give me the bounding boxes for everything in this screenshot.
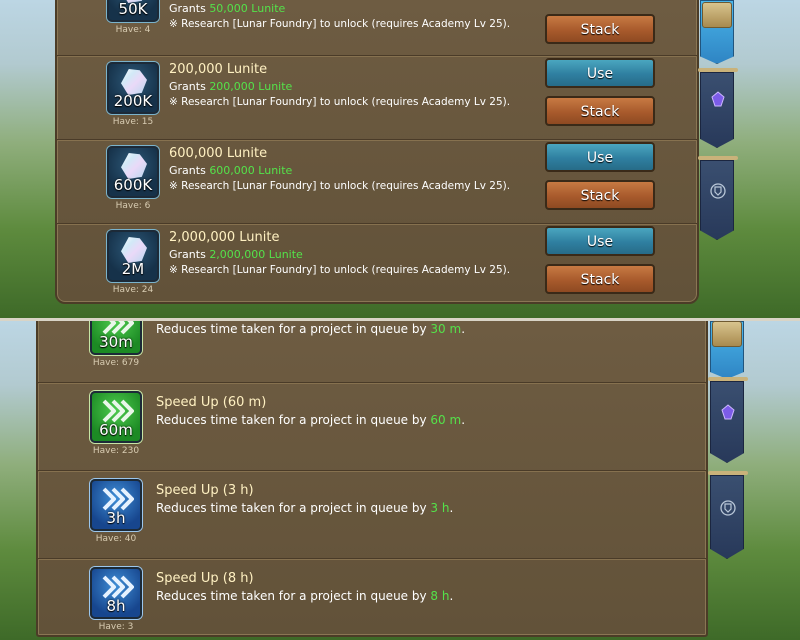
speedup-icon[interactable]: 3h [90, 479, 142, 531]
speedup-desc: Reduces time taken for a project in queu… [156, 589, 454, 603]
lunite-icon[interactable]: 50K [107, 0, 159, 22]
shield-icon [710, 183, 726, 199]
item-icon-wrap: 60m Have: 230 [88, 391, 144, 456]
stack-button[interactable]: Stack [545, 264, 655, 294]
lunite-icon[interactable]: 200K [107, 62, 159, 114]
item-title: 200,000 Lunite [169, 62, 268, 77]
requirement-text: ※ Research [Lunar Foundry] to unlock (re… [169, 18, 511, 30]
grant-amount: 50,000 Lunite [209, 2, 286, 15]
tab-rod [698, 156, 738, 160]
have-count: Have: 3 [98, 622, 134, 632]
list-item: 3h Have: 40 Speed Up (3 h) Reduces time … [38, 471, 706, 559]
speedup-amount: 8 h [430, 589, 450, 603]
item-title: 600,000 Lunite [169, 146, 268, 161]
have-count: Have: 230 [92, 446, 140, 456]
stack-button[interactable]: Stack [545, 96, 655, 126]
tab-rod [708, 377, 748, 381]
item-icon-wrap: 3h Have: 40 [88, 479, 144, 544]
have-count: Have: 679 [92, 358, 140, 368]
item-icon-wrap: 30m Have: 679 [88, 321, 144, 368]
speedup-amount: 3 h [430, 501, 450, 515]
crystal-icon [721, 404, 735, 420]
speedup-icon[interactable]: 8h [90, 567, 142, 619]
crate-icon [702, 2, 732, 28]
requirement-text: ※ Research [Lunar Foundry] to unlock (re… [169, 180, 511, 192]
grant-text: Grants 2,000,000 Lunite [169, 248, 303, 261]
use-button[interactable]: Use [545, 142, 655, 172]
tab-rod [708, 471, 748, 475]
requirement-text: ※ Research [Lunar Foundry] to unlock (re… [169, 264, 511, 276]
grant-text: Grants 600,000 Lunite [169, 164, 293, 177]
speedup-desc: Reduces time taken for a project in queu… [156, 322, 466, 336]
speedup-desc: Reduces time taken for a project in queu… [156, 501, 454, 515]
item-icon-label: 3h [106, 509, 126, 527]
item-icon-label: 8h [106, 597, 126, 615]
tab-lunite[interactable] [710, 381, 744, 463]
speedup-icon[interactable]: 60m [90, 391, 142, 443]
item-icon-wrap: 600K Have: 6 [105, 146, 161, 211]
tab-lunite[interactable] [700, 72, 734, 148]
shield-icon [720, 500, 736, 516]
use-button[interactable]: Use [545, 58, 655, 88]
list-item: 2M Have: 24 2,000,000 Lunite Grants 2,00… [57, 224, 697, 302]
item-icon-label: 600K [113, 176, 153, 194]
item-icon-label: 2M [121, 260, 145, 278]
item-title: Speed Up (60 m) [156, 395, 267, 410]
item-title: Speed Up (3 h) [156, 483, 254, 498]
item-title: 2,000,000 Lunite [169, 230, 280, 245]
requirement-text: ※ Research [Lunar Foundry] to unlock (re… [169, 96, 511, 108]
list-item: 50K Have: 4 Grants 50,000 Lunite ※ Resea… [57, 0, 697, 56]
speedup-screen: 30m Have: 679 Reduces time taken for a p… [0, 321, 800, 640]
item-icon-wrap: 200K Have: 15 [105, 62, 161, 127]
stack-button[interactable]: Stack [545, 180, 655, 210]
have-count: Have: 24 [112, 285, 154, 295]
item-icon-wrap: 2M Have: 24 [105, 230, 161, 295]
item-title: Speed Up (8 h) [156, 571, 254, 586]
crate-icon [712, 321, 742, 347]
list-item: 60m Have: 230 Speed Up (60 m) Reduces ti… [38, 383, 706, 471]
use-button[interactable]: Use [545, 226, 655, 256]
have-count: Have: 40 [95, 534, 137, 544]
have-count: Have: 15 [112, 117, 154, 127]
lunite-item-panel: 50K Have: 4 Grants 50,000 Lunite ※ Resea… [55, 0, 699, 304]
lunite-icon[interactable]: 2M [107, 230, 159, 282]
speedup-amount: 60 m [430, 413, 462, 427]
stack-button[interactable]: Stack [545, 14, 655, 44]
item-icon-label: 50K [118, 0, 148, 18]
speedup-icon[interactable]: 30m [90, 321, 142, 355]
list-item: 600K Have: 6 600,000 Lunite Grants 600,0… [57, 140, 697, 224]
arrow-icon [102, 575, 134, 599]
item-icon-wrap: 50K Have: 4 [105, 0, 161, 35]
grant-amount: 200,000 Lunite [209, 80, 293, 93]
list-item: 30m Have: 679 Reduces time taken for a p… [38, 321, 706, 383]
tab-defense[interactable] [710, 475, 744, 559]
have-count: Have: 4 [115, 25, 151, 35]
speedup-item-panel: 30m Have: 679 Reduces time taken for a p… [36, 321, 708, 637]
arrow-icon [102, 487, 134, 511]
list-item: 8h Have: 3 Speed Up (8 h) Reduces time t… [38, 559, 706, 635]
have-count: Have: 6 [115, 201, 151, 211]
tab-rod [698, 68, 738, 72]
grant-text: Grants 200,000 Lunite [169, 80, 293, 93]
speedup-desc: Reduces time taken for a project in queu… [156, 413, 466, 427]
grant-amount: 600,000 Lunite [209, 164, 293, 177]
arrow-icon [102, 399, 134, 423]
crystal-icon [711, 91, 725, 107]
list-item: 200K Have: 15 200,000 Lunite Grants 200,… [57, 56, 697, 140]
grant-amount: 2,000,000 Lunite [209, 248, 303, 261]
category-tabs [698, 0, 738, 318]
speedup-amount: 30 m [430, 322, 462, 336]
tab-defense[interactable] [700, 160, 734, 240]
item-icon-label: 200K [113, 92, 153, 110]
lunite-screen: 50K Have: 4 Grants 50,000 Lunite ※ Resea… [0, 0, 800, 318]
category-tabs [708, 321, 748, 640]
item-icon-wrap: 8h Have: 3 [88, 567, 144, 632]
grant-text: Grants 50,000 Lunite [169, 2, 286, 15]
lunite-icon[interactable]: 600K [107, 146, 159, 198]
item-icon-label: 60m [99, 421, 133, 439]
item-icon-label: 30m [99, 333, 133, 351]
